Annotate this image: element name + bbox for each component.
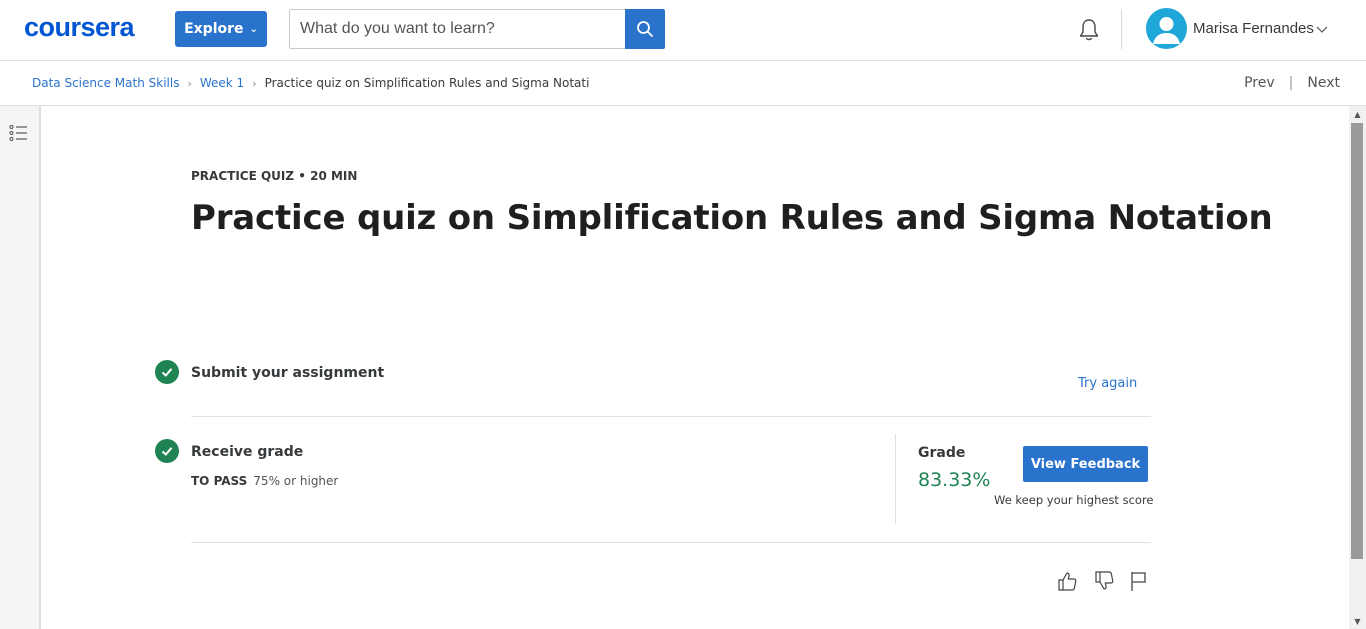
user-name[interactable]: Marisa Fernandes	[1193, 20, 1314, 37]
grade-step-title: Receive grade	[191, 444, 304, 460]
top-navigation: coursera Explore ⌄ What do you want to l…	[0, 0, 1366, 61]
try-again-link[interactable]: Try again	[1078, 376, 1137, 391]
breadcrumb: Data Science Math Skills › Week 1 › Prac…	[32, 76, 589, 90]
check-circle-icon	[155, 439, 179, 463]
scrollbar-thumb[interactable]	[1351, 123, 1363, 559]
search-icon	[637, 21, 653, 37]
thumbs-up-icon	[1058, 572, 1077, 591]
explore-label: Explore	[184, 21, 244, 37]
table-of-contents-icon[interactable]	[9, 124, 29, 142]
chevron-right-icon: ›	[252, 76, 257, 90]
check-circle-icon	[155, 360, 179, 384]
search-placeholder: What do you want to learn?	[300, 20, 495, 37]
highest-score-note: We keep your highest score	[994, 493, 1154, 507]
bell-icon	[1079, 19, 1099, 41]
chevron-down-icon[interactable]	[1315, 22, 1329, 36]
item-type-label: PRACTICE QUIZ • 20 MIN	[191, 169, 358, 183]
breadcrumb-course-link[interactable]: Data Science Math Skills	[32, 76, 179, 90]
dislike-button[interactable]	[1093, 570, 1115, 592]
divider	[191, 416, 1151, 417]
to-pass-label: TO PASS	[191, 474, 248, 488]
avatar[interactable]	[1146, 8, 1187, 49]
breadcrumb-bar: Data Science Math Skills › Week 1 › Prac…	[0, 61, 1366, 106]
prev-button[interactable]: Prev	[1244, 75, 1275, 91]
like-button[interactable]	[1056, 570, 1078, 592]
nav-divider	[1121, 9, 1122, 49]
flag-icon	[1131, 572, 1146, 591]
vertical-divider	[895, 434, 896, 524]
pass-requirement: TO PASS 75% or higher	[191, 474, 338, 488]
prev-next-nav: Prev | Next	[1244, 75, 1340, 91]
left-rail	[0, 106, 41, 629]
grade-value: 83.33%	[918, 469, 991, 491]
report-button[interactable]	[1128, 570, 1150, 592]
search-input[interactable]: What do you want to learn?	[289, 9, 626, 49]
notifications-button[interactable]	[1075, 16, 1103, 44]
scroll-up-arrow-icon[interactable]: ▲	[1349, 110, 1366, 120]
avatar-icon	[1153, 17, 1180, 44]
thumbs-down-icon	[1095, 571, 1114, 590]
scrollbar[interactable]: ▲ ▼	[1349, 106, 1366, 629]
view-feedback-button[interactable]: View Feedback	[1023, 446, 1148, 482]
next-button[interactable]: Next	[1307, 75, 1340, 91]
chevron-down-icon: ⌄	[249, 23, 258, 35]
prev-next-divider: |	[1288, 75, 1294, 91]
chevron-right-icon: ›	[187, 76, 192, 90]
breadcrumb-current: Practice quiz on Simplification Rules an…	[264, 76, 590, 90]
grade-label: Grade	[918, 445, 966, 461]
explore-button[interactable]: Explore ⌄	[175, 11, 267, 47]
page-title: Practice quiz on Simplification Rules an…	[191, 198, 1273, 238]
scroll-down-arrow-icon[interactable]: ▼	[1349, 617, 1366, 627]
to-pass-value: 75% or higher	[253, 474, 339, 488]
breadcrumb-week-link[interactable]: Week 1	[200, 76, 244, 90]
search-button[interactable]	[625, 9, 665, 49]
submit-step-title: Submit your assignment	[191, 365, 385, 381]
divider	[191, 542, 1151, 543]
coursera-logo[interactable]: coursera	[24, 12, 135, 43]
